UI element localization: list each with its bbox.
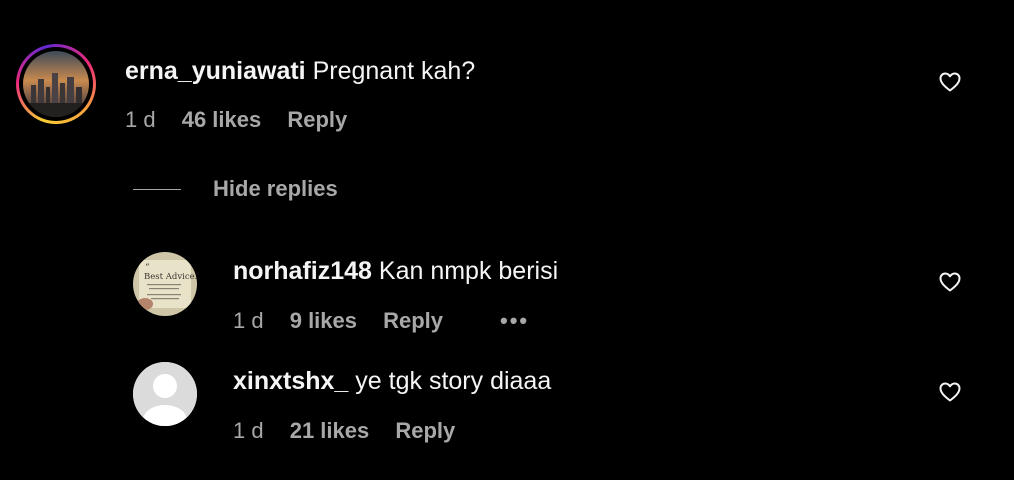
avatar-erna	[23, 51, 89, 117]
reply-body: Kan nmpk berisi	[378, 257, 559, 285]
heart-icon[interactable]	[937, 70, 963, 94]
reply-username[interactable]: norhafiz148	[233, 257, 372, 285]
comment-meta: 1 d 46 likes Reply	[125, 107, 347, 133]
hide-replies-button[interactable]: Hide replies	[213, 176, 338, 202]
avatar-norhafiz[interactable]: “ Best Advice.	[133, 252, 197, 316]
comment-text-line: erna_yuniawati Pregnant kah?	[125, 57, 475, 86]
default-avatar-icon[interactable]	[133, 362, 197, 426]
reply-text-line: xinxtshx_ ye tgk story diaaa	[233, 367, 551, 396]
reply-reply-button[interactable]: Reply	[383, 308, 443, 333]
comment-time[interactable]: 1 d	[125, 107, 156, 132]
reply-meta: 1 d 9 likes Reply	[233, 308, 443, 334]
more-horizontal-icon[interactable]: •••	[500, 308, 529, 334]
reply-likes[interactable]: 9 likes	[290, 308, 357, 333]
reply-time[interactable]: 1 d	[233, 418, 264, 443]
reply-reply-button[interactable]: Reply	[395, 418, 455, 443]
comment-likes[interactable]: 46 likes	[182, 107, 262, 132]
story-ring-avatar[interactable]	[16, 44, 96, 124]
comment-body: Pregnant kah?	[312, 57, 476, 85]
reply-text-line: norhafiz148 Kan nmpk berisi	[233, 257, 558, 286]
avatar-best-advice-text: Best Advice.	[144, 272, 197, 282]
reply-meta: 1 d 21 likes Reply	[233, 418, 455, 444]
hide-replies-divider	[133, 189, 181, 190]
reply-time[interactable]: 1 d	[233, 308, 264, 333]
reply-username[interactable]: xinxtshx_	[233, 367, 348, 395]
comment-username[interactable]: erna_yuniawati	[125, 57, 306, 85]
reply-likes[interactable]: 21 likes	[290, 418, 370, 443]
reply-body: ye tgk story diaaa	[355, 367, 552, 395]
comment-reply-button[interactable]: Reply	[287, 107, 347, 132]
heart-icon[interactable]	[937, 270, 963, 294]
heart-icon[interactable]	[937, 380, 963, 404]
